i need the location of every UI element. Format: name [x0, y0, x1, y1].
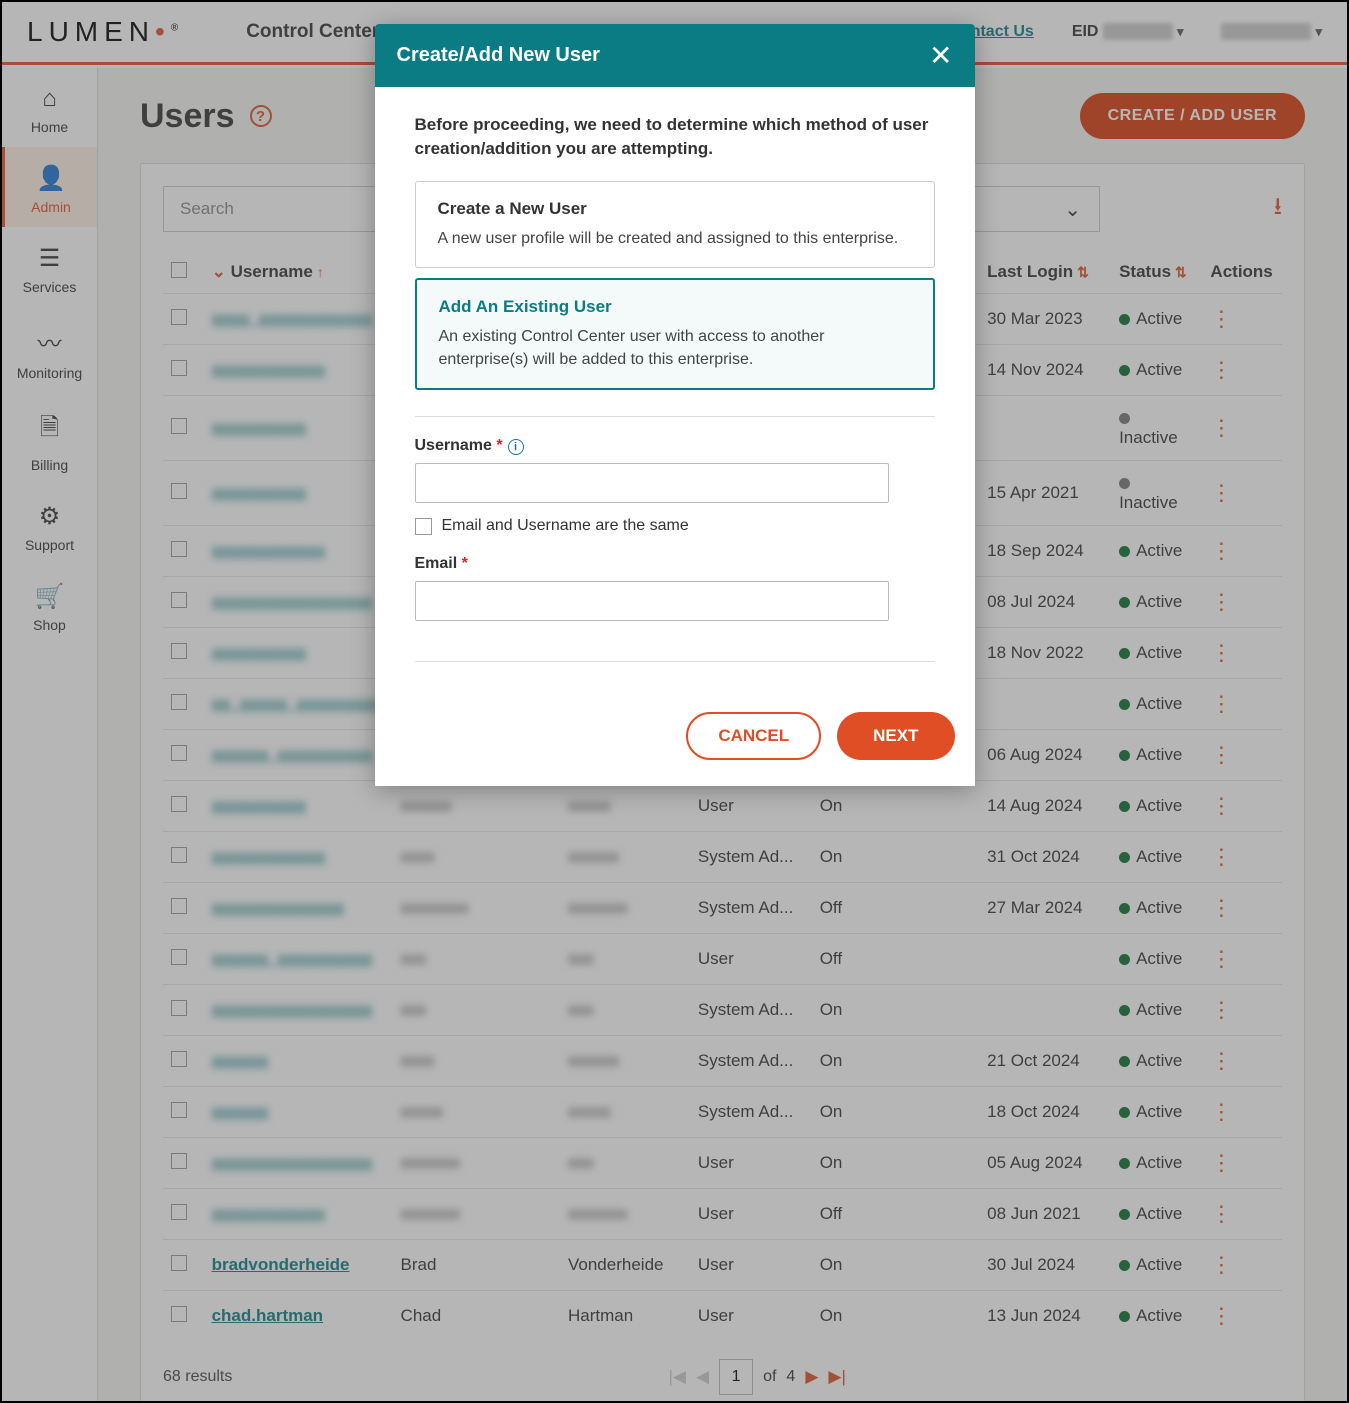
create-user-modal: Create/Add New User ✕ Before proceeding,… [375, 24, 975, 786]
close-icon[interactable]: ✕ [929, 39, 952, 72]
same-email-checkbox[interactable] [415, 518, 432, 535]
next-button[interactable]: NEXT [837, 712, 954, 760]
modal-title: Create/Add New User [397, 44, 600, 67]
option-add-existing-user[interactable]: Add An Existing User An existing Control… [415, 278, 935, 390]
email-label: Email * [415, 555, 935, 573]
modal-intro: Before proceeding, we need to determine … [415, 113, 935, 161]
cancel-button[interactable]: CANCEL [686, 712, 821, 760]
username-input[interactable] [415, 463, 889, 503]
username-label: Username *i [415, 437, 935, 455]
info-icon[interactable]: i [508, 439, 524, 455]
option-create-new-user[interactable]: Create a New User A new user profile wil… [415, 181, 935, 268]
email-input[interactable] [415, 581, 889, 621]
